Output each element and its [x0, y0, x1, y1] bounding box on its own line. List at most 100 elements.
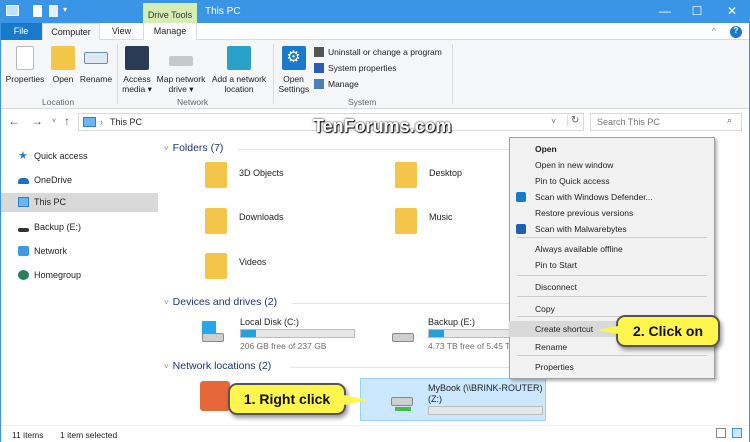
manage-link[interactable]: Manage	[314, 79, 359, 89]
context-menu-item-disconnect[interactable]: Disconnect	[509, 279, 713, 295]
map-network-drive-button[interactable]: Map network drive ▾	[155, 46, 207, 94]
recent-locations-button[interactable]: ˅	[52, 118, 56, 125]
nav-network[interactable]: Network	[0, 242, 158, 261]
drive-usage-bar	[240, 329, 355, 338]
gear-icon: ⚙	[281, 46, 306, 70]
up-button[interactable]: ↑	[64, 114, 70, 128]
search-icon: ⌕	[727, 115, 733, 125]
malwarebytes-icon	[516, 224, 526, 234]
manage-label: Manage	[328, 79, 359, 89]
drive-icon	[202, 333, 224, 342]
nav-onedrive[interactable]: OneDrive	[0, 171, 158, 190]
address-dropdown-icon[interactable]: ˅	[551, 116, 556, 126]
access-media-label: Access media ▾	[122, 74, 152, 94]
open-label: Open	[52, 74, 74, 84]
drive-usage-bar	[428, 406, 543, 415]
divider	[292, 303, 510, 304]
minimize-button[interactable]: —	[655, 4, 675, 18]
system-properties-link[interactable]: System properties	[314, 63, 397, 73]
uninstall-program-link[interactable]: Uninstall or change a program	[314, 47, 442, 57]
open-settings-button[interactable]: ⚙ Open Settings	[277, 46, 310, 94]
divider	[290, 367, 510, 368]
context-menu-item-pin-to-quick-access[interactable]: Pin to Quick access	[509, 173, 713, 189]
large-icons-view-icon[interactable]	[732, 428, 742, 438]
add-network-location-label: Add a network location	[211, 74, 267, 94]
folder-label: 3D Objects	[239, 168, 284, 178]
customize-toolbar-icon[interactable]: ▾	[63, 5, 67, 14]
new-folder-quick-icon[interactable]	[49, 5, 58, 17]
open-button[interactable]: Open	[50, 46, 76, 84]
forward-button[interactable]: →	[31, 114, 43, 128]
menu-item-label: Open in new window	[535, 160, 614, 170]
maximize-button[interactable]: ☐	[687, 4, 707, 18]
tab-file[interactable]: File	[0, 23, 42, 40]
drive-name: Backup (E:)	[428, 317, 476, 327]
access-media-button[interactable]: Access media ▾	[120, 46, 154, 94]
context-menu-item-scan-with-malwarebytes[interactable]: Scan with Malwarebytes	[509, 221, 713, 237]
search-input[interactable]: Search This PC	[597, 117, 660, 127]
nav-homegroup[interactable]: Homegroup	[0, 266, 158, 285]
network-drive-mybook-z[interactable]: MyBook (\\BRINK-ROUTER) (Z:)	[360, 378, 546, 421]
selection-count: 1 item selected	[60, 430, 118, 440]
nav-label: Quick access	[34, 151, 88, 161]
menu-item-label: Create shortcut	[535, 324, 594, 334]
folder-3d-objects[interactable]: 3D Objects	[205, 162, 284, 188]
section-network-locations[interactable]: ˅ Network locations (2)	[164, 360, 271, 372]
section-devices-drives[interactable]: ˅ Devices and drives (2)	[164, 296, 277, 308]
back-button[interactable]: ←	[8, 114, 20, 128]
folder-music[interactable]: Music	[395, 208, 453, 234]
context-menu-item-scan-with-windows-defender[interactable]: Scan with Windows Defender...	[509, 189, 713, 205]
context-menu-item-pin-to-start[interactable]: Pin to Start	[509, 257, 713, 273]
search-box[interactable]: Search This PC ⌕	[590, 113, 742, 131]
network-location-icon[interactable]	[200, 381, 230, 411]
add-network-location-button[interactable]: Add a network location	[209, 46, 269, 94]
rename-label: Rename	[79, 74, 113, 84]
help-icon[interactable]: ?	[730, 26, 742, 38]
breadcrumb-this-pc[interactable]: This PC	[110, 117, 142, 127]
menu-separator	[517, 355, 707, 356]
drive-local-disk-c[interactable]: Local Disk (C:) 206 GB free of 237 GB	[200, 317, 390, 353]
chevron-down-icon: ˅	[164, 362, 169, 371]
section-folders[interactable]: ˅ Folders (7)	[164, 142, 223, 154]
context-menu-item-open[interactable]: Open	[509, 141, 713, 157]
collapse-ribbon-icon[interactable]: ^	[712, 26, 716, 36]
menu-item-label: Always available offline	[535, 244, 623, 254]
context-menu-item-restore-previous-versions[interactable]: Restore previous versions	[509, 205, 713, 221]
folder-downloads[interactable]: Downloads	[205, 208, 284, 234]
chevron-down-icon: ˅	[164, 298, 169, 307]
folder-icon	[395, 208, 417, 234]
folder-videos[interactable]: Videos	[205, 253, 266, 279]
refresh-icon[interactable]: ↻	[567, 115, 579, 126]
context-menu-item-properties[interactable]: Properties	[509, 359, 713, 375]
nav-quick-access[interactable]: ★ Quick access	[0, 147, 158, 166]
folder-desktop[interactable]: Desktop	[395, 162, 462, 188]
status-bar: 11 items 1 item selected	[0, 425, 750, 442]
group-label-location: Location	[42, 97, 75, 107]
menu-separator	[517, 275, 707, 276]
nav-this-pc[interactable]: This PC	[0, 193, 158, 212]
close-button[interactable]: ✕	[722, 4, 742, 18]
network-connection-icon	[395, 407, 411, 411]
chevron-down-icon: ˅	[164, 144, 169, 153]
context-menu-item-open-in-new-window[interactable]: Open in new window	[509, 157, 713, 173]
uninstall-icon	[314, 47, 324, 57]
tab-computer[interactable]: Computer	[42, 23, 100, 41]
nav-label: OneDrive	[34, 175, 73, 185]
folder-label: Music	[429, 212, 453, 222]
folder-label: Desktop	[429, 168, 463, 178]
nav-backup-e[interactable]: Backup (E:)	[0, 218, 158, 237]
menu-separator	[517, 237, 707, 238]
system-properties-label: System properties	[328, 63, 397, 73]
tab-manage[interactable]: Manage	[143, 23, 197, 40]
callout-pointer	[598, 326, 618, 334]
context-menu-item-always-available-offline[interactable]: Always available offline	[509, 241, 713, 257]
rename-button[interactable]: Rename	[79, 46, 113, 84]
divider	[238, 149, 510, 150]
open-icon	[51, 46, 75, 70]
details-view-icon[interactable]	[716, 428, 726, 438]
folder-icon	[205, 208, 227, 234]
drive-free-space: 4.73 TB free of 5.45 TB	[428, 341, 517, 351]
properties-quick-icon[interactable]	[33, 5, 42, 17]
properties-button[interactable]: Properties	[5, 46, 45, 84]
tab-view[interactable]: View	[100, 23, 143, 40]
